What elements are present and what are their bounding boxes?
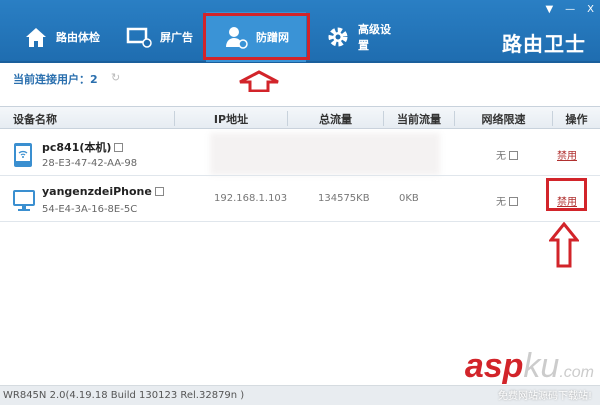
current-traffic: 0KB <box>399 193 419 204</box>
ad-block-icon <box>126 27 152 48</box>
device-ip: 192.168.1.103 <box>214 193 288 204</box>
edit-icon[interactable] <box>154 187 164 196</box>
highlight-box <box>203 13 310 60</box>
device-name: yangenzdeiPhone <box>42 185 152 198</box>
col-speed-limit: 网络限速 <box>455 111 553 126</box>
tab-label: 高级设置 <box>358 23 391 52</box>
up-arrow-annotation <box>239 70 279 92</box>
up-arrow-annotation <box>549 222 579 268</box>
tab-advanced-settings[interactable]: 高级设置 <box>308 12 400 62</box>
total-traffic: 134575KB <box>318 193 370 204</box>
gear-icon <box>328 27 348 47</box>
device-mac: 28-E3-47-42-AA-98 <box>42 158 138 169</box>
menu-icon[interactable]: ▼ <box>545 4 553 15</box>
device-mac: 54-E4-3A-16-8E-5C <box>42 204 138 215</box>
app-logo: 路由卫士 <box>502 32 586 56</box>
tab-router-check[interactable]: 路由体检 <box>6 12 106 62</box>
edit-limit-icon[interactable] <box>509 151 518 160</box>
table-row: pc841(本机) 28-E3-47-42-AA-98 无 禁用 <box>0 130 600 176</box>
edit-limit-icon[interactable] <box>509 197 518 206</box>
speed-limit: 无 <box>496 151 506 162</box>
table-row: yangenzdeiPhone 54-E4-3A-16-8E-5C 192.16… <box>0 176 600 222</box>
table-header: 设备名称 IP地址 总流量 当前流量 网络限速 操作 <box>0 106 600 129</box>
col-current-traffic: 当前流量 <box>384 111 455 126</box>
connected-users-count: 当前连接用户：2 <box>13 73 98 86</box>
col-total-traffic: 总流量 <box>288 111 384 126</box>
col-action: 操作 <box>565 113 588 126</box>
tab-label: 路由体检 <box>56 31 100 44</box>
tab-ad-block[interactable]: 屏广告 <box>108 12 204 62</box>
window-controls: ▼ — X <box>545 4 594 15</box>
col-device-name: 设备名称 <box>0 111 175 126</box>
tablet-wifi-icon <box>14 143 32 167</box>
device-name: pc841(本机) <box>42 141 112 154</box>
refresh-icon[interactable]: ↻ <box>111 71 120 84</box>
home-icon <box>26 28 46 47</box>
highlight-box <box>546 178 587 211</box>
watermark-tagline: 免费网站源码下载站! <box>497 391 592 402</box>
desktop-icon <box>13 190 35 211</box>
col-ip: IP地址 <box>175 111 288 126</box>
edit-icon[interactable] <box>114 143 124 152</box>
minimize-icon[interactable]: — <box>565 4 575 15</box>
ban-button[interactable]: 禁用 <box>557 147 577 162</box>
speed-limit: 无 <box>496 197 506 208</box>
watermark-logo: aspku.com <box>464 347 594 385</box>
tab-label: 屏广告 <box>160 31 193 44</box>
close-icon[interactable]: X <box>587 4 594 15</box>
